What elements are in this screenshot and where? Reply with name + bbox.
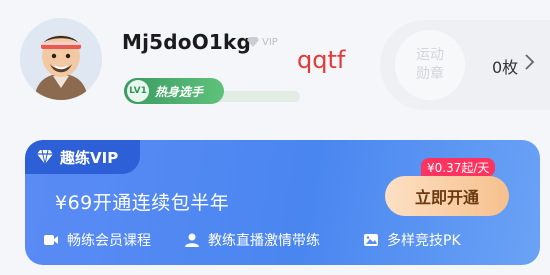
image-icon [364,234,378,246]
overlay-text: qqtf [297,46,346,74]
person-icon [185,233,199,247]
open-vip-button[interactable]: 立即开通 [385,176,509,216]
level-title: 热身选手 [155,84,204,99]
diamond-icon [247,37,259,47]
vip-tab-label: 趣练VIP [60,148,119,167]
vip-benefits-list: 畅练会员课程 教练直播激情带练 多样竞技PK [43,230,533,252]
vip-offer-headline: ¥69开通连续包半年 [55,192,230,214]
benefit-label: 教练直播激情带练 [208,233,320,249]
level-badge: LV1 热身选手 [124,78,224,104]
avatar[interactable] [20,18,102,100]
vip-promo-card[interactable]: 趣练VIP ¥69开通连续包半年 ¥0.37起/天 立即开通 畅练会员课程 教练… [25,140,540,265]
video-camera-icon [44,235,58,245]
benefit-item-pk: 多样竞技PK [363,230,461,250]
sports-medal-entry[interactable]: 运动 勋章 0枚 [380,20,550,110]
level-indicator[interactable]: LV1 热身选手 [124,78,300,104]
daily-price-badge: ¥0.37起/天 [421,158,496,177]
username: Mj5doO1kg [122,30,252,54]
vip-status-chip[interactable]: VIP [246,35,278,49]
benefit-label: 畅练会员课程 [67,233,151,249]
avatar-illustration [20,18,102,100]
chevron-right-icon [525,54,535,70]
medal-label-line2: 勋章 [416,66,444,82]
benefit-item-live-coach: 教练直播激情带练 [184,230,320,250]
diamond-icon [37,149,53,165]
benefit-label: 多样竞技PK [387,233,461,249]
profile-header: Mj5doO1kg VIP LV1 热身选手 qqtf 运动 勋章 0枚 [0,0,550,120]
vip-chip-label: VIP [262,36,278,48]
level-icon: LV1 [127,80,149,102]
medal-count: 0枚 [492,58,519,77]
vip-tab: 趣练VIP [25,140,140,174]
benefit-item-courses: 畅练会员课程 [43,230,151,250]
medal-label-line1: 运动 [416,47,444,63]
medal-icon: 运动 勋章 [395,30,465,100]
